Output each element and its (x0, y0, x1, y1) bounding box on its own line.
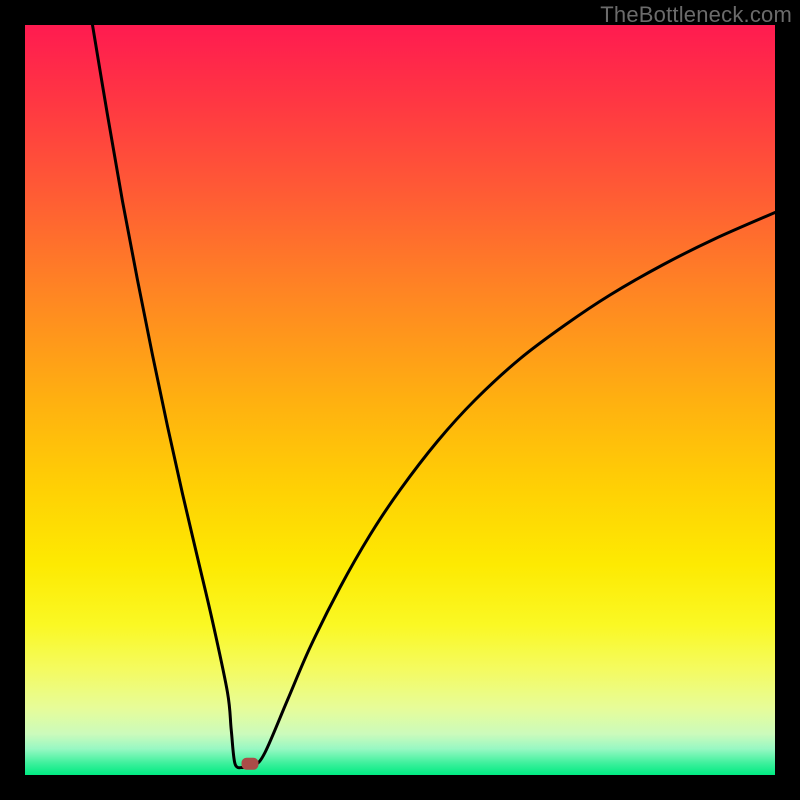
bottleneck-chart (25, 25, 775, 775)
optimum-marker (242, 758, 259, 770)
chart-frame: TheBottleneck.com (0, 0, 800, 800)
gradient-background (25, 25, 775, 775)
plot-area (25, 25, 775, 775)
watermark-text: TheBottleneck.com (600, 2, 792, 28)
